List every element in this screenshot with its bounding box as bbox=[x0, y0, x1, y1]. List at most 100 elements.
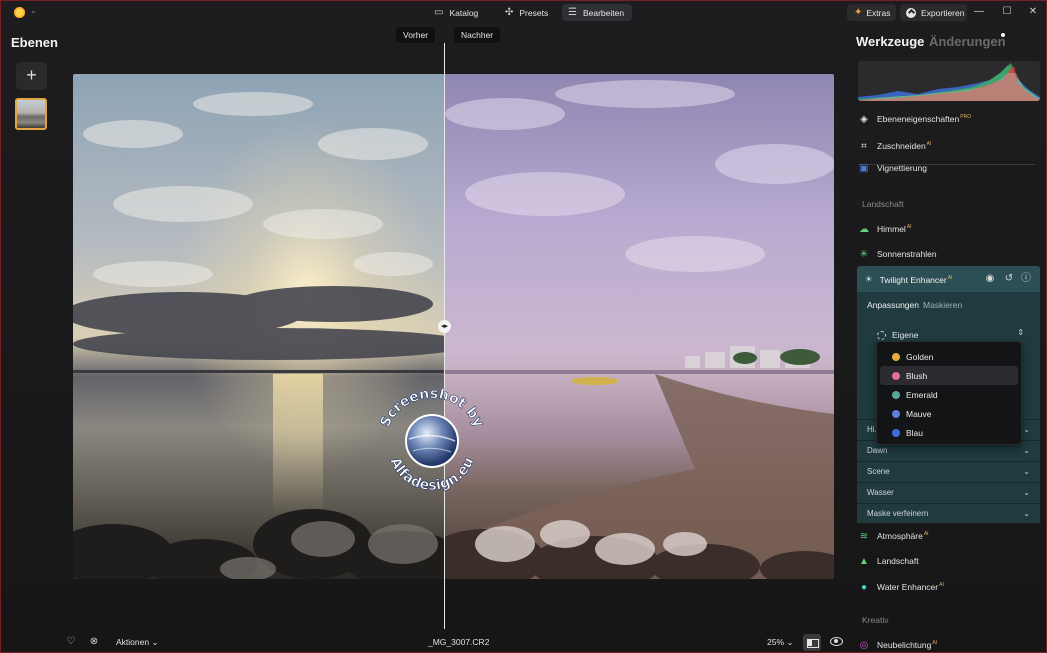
tools-title[interactable]: Werkzeuge bbox=[856, 34, 924, 49]
export-icon bbox=[906, 7, 916, 18]
export-label: Exportieren bbox=[921, 7, 965, 18]
layers-title: Ebenen bbox=[11, 35, 58, 50]
tool-vignettierung[interactable]: ▣ Vignettierung bbox=[858, 161, 927, 175]
tool-water-enhancer[interactable]: ● Water EnhancerAI bbox=[858, 577, 944, 597]
sliders-icon: ☰ bbox=[568, 7, 577, 18]
sparkle-icon: ✣ bbox=[505, 7, 514, 18]
chevron-down-icon: ⌄ bbox=[1023, 467, 1030, 476]
chevron-down-icon: ⌄ bbox=[1023, 488, 1030, 497]
landscape-icon: ▲ bbox=[859, 555, 869, 567]
maximize-icon[interactable]: ☐ bbox=[999, 5, 1015, 19]
layer-thumbnail[interactable] bbox=[15, 98, 47, 130]
accordion-maske-verfeinern[interactable]: Maske verfeinern ⌄ bbox=[857, 503, 1040, 524]
tool-himmel[interactable]: ☁ HimmelAI bbox=[858, 219, 912, 239]
after-image bbox=[445, 74, 834, 579]
reject-icon[interactable]: ⊗ bbox=[88, 636, 100, 648]
tool-label: Sonnenstrahlen bbox=[877, 249, 937, 259]
subtab-anpassungen[interactable]: Anpassungen bbox=[867, 300, 919, 310]
tab-label: Presets bbox=[519, 7, 549, 18]
extras-button[interactable]: ✦ Extras bbox=[847, 4, 896, 21]
eye-icon[interactable]: ◉ bbox=[983, 272, 997, 286]
tab-katalog[interactable]: ▭ Katalog bbox=[428, 4, 486, 21]
cloud-icon: ☁ bbox=[859, 223, 869, 235]
preset-select[interactable]: Eigene ⇕ bbox=[877, 328, 1024, 342]
color-dot-icon bbox=[892, 409, 900, 418]
sun-icon: ✳ bbox=[859, 248, 869, 260]
tool-label: EbeneneigenschaftenPRO bbox=[877, 114, 972, 124]
reset-icon[interactable]: ↺ bbox=[1002, 272, 1016, 286]
heart-icon[interactable]: ♡ bbox=[65, 636, 77, 648]
tab-bearbeiten[interactable]: ☰ Bearbeiten bbox=[562, 4, 633, 21]
option-mauve[interactable]: Mauve bbox=[880, 404, 1018, 423]
histogram bbox=[858, 61, 1040, 101]
crop-icon: ⌗ bbox=[861, 140, 867, 152]
tool-label: AtmosphäreAI bbox=[877, 531, 929, 541]
option-emerald[interactable]: Emerald bbox=[880, 385, 1018, 404]
compare-divider[interactable] bbox=[444, 43, 445, 629]
before-label: Vorher bbox=[396, 27, 436, 43]
tool-label: HimmelAI bbox=[877, 224, 912, 234]
before-image bbox=[73, 74, 445, 579]
app-window: ⌄ ▭ Katalog ✣ Presets ☰ Bearbeiten ✦ Ext… bbox=[0, 0, 1047, 653]
color-dot-icon bbox=[892, 371, 900, 380]
twilight-header[interactable]: ☀ Twilight EnhancerAI ◉ ↺ ⓘ bbox=[857, 266, 1040, 292]
vignette-icon: ▣ bbox=[859, 162, 869, 174]
option-golden[interactable]: Golden bbox=[880, 347, 1018, 366]
tool-atmosphaere[interactable]: ≋ AtmosphäreAI bbox=[858, 526, 929, 546]
minimize-icon[interactable]: — bbox=[971, 5, 987, 19]
subtab-maskieren[interactable]: Maskieren bbox=[923, 300, 962, 310]
color-dot-icon bbox=[892, 390, 900, 399]
chevron-down-icon: ⌄ bbox=[1023, 425, 1030, 434]
chevron-down-icon: ⌄ bbox=[1023, 446, 1030, 455]
plus-icon: + bbox=[26, 65, 37, 85]
preset-dropdown: Golden Blush Emerald Mauve Blau bbox=[876, 341, 1022, 445]
actions-label: Aktionen bbox=[116, 637, 150, 647]
tool-ebeneneigenschaften[interactable]: ◈ EbeneneigenschaftenPRO bbox=[858, 109, 971, 129]
tab-presets[interactable]: ✣ Presets bbox=[499, 4, 556, 21]
tab-label: Katalog bbox=[449, 7, 479, 18]
eye-icon[interactable] bbox=[830, 637, 843, 646]
divider-drag-handle[interactable]: ◂▸ bbox=[438, 320, 451, 333]
color-dot-icon bbox=[892, 352, 900, 361]
watermark-logo: Screenshot by Alfadesign.eu bbox=[377, 386, 487, 494]
info-icon[interactable]: ⓘ bbox=[1019, 272, 1033, 286]
changes-indicator-dot bbox=[1001, 33, 1005, 37]
changes-title[interactable]: Änderungen bbox=[929, 34, 1006, 49]
chevron-down-icon: ⌄ bbox=[1023, 509, 1030, 518]
filename: _MG_3007.CR2 bbox=[428, 637, 490, 647]
tool-landschaft[interactable]: ▲ Landschaft bbox=[858, 551, 919, 571]
tool-sonnenstrahlen[interactable]: ✳ Sonnenstrahlen bbox=[858, 244, 937, 264]
photo-canvas[interactable] bbox=[73, 74, 834, 579]
split-view-icon[interactable] bbox=[803, 634, 821, 651]
tool-zuschneiden[interactable]: ⌗ ZuschneidenAI bbox=[858, 136, 931, 156]
option-blush[interactable]: Blush bbox=[880, 366, 1018, 385]
tab-label: Bearbeiten bbox=[582, 7, 625, 18]
color-dot-icon bbox=[892, 428, 900, 437]
export-button[interactable]: Exportieren bbox=[900, 4, 967, 21]
chevron-down-icon: ⌄ bbox=[151, 637, 159, 647]
chevron-down-icon[interactable]: ⌄ bbox=[30, 6, 37, 15]
zoom-select[interactable]: 25% ⌄ bbox=[767, 637, 794, 648]
preset-value: Eigene bbox=[892, 330, 919, 340]
droplet-icon: ● bbox=[860, 581, 868, 593]
app-logo-icon[interactable] bbox=[13, 6, 26, 19]
folder-icon: ▭ bbox=[434, 7, 444, 18]
tool-label: NeubelichtungAI bbox=[877, 640, 938, 650]
add-layer-button[interactable]: + bbox=[16, 62, 47, 90]
actions-menu[interactable]: Aktionen ⌄ bbox=[116, 637, 159, 648]
tool-label: Landschaft bbox=[877, 556, 919, 566]
chevron-down-icon: ⌄ bbox=[786, 637, 794, 647]
accordion-wasser[interactable]: Wasser ⌄ bbox=[857, 482, 1040, 503]
section-landscape: Landschaft bbox=[862, 199, 904, 209]
zoom-value: 25% bbox=[767, 637, 785, 647]
tool-neubelichtung[interactable]: ◎ NeubelichtungAI bbox=[858, 635, 937, 653]
option-blau[interactable]: Blau bbox=[880, 423, 1018, 442]
twilight-title: ☀ Twilight EnhancerAI bbox=[865, 274, 953, 285]
close-icon[interactable]: ✕ bbox=[1025, 5, 1041, 19]
after-label: Nachher bbox=[454, 27, 501, 43]
tool-label: Vignettierung bbox=[877, 163, 927, 173]
accordion-scene[interactable]: Scene ⌄ bbox=[857, 461, 1040, 482]
tool-label: ZuschneidenAI bbox=[877, 141, 932, 151]
sunset-icon: ☀ bbox=[865, 274, 873, 284]
preset-circle-icon bbox=[877, 330, 886, 340]
